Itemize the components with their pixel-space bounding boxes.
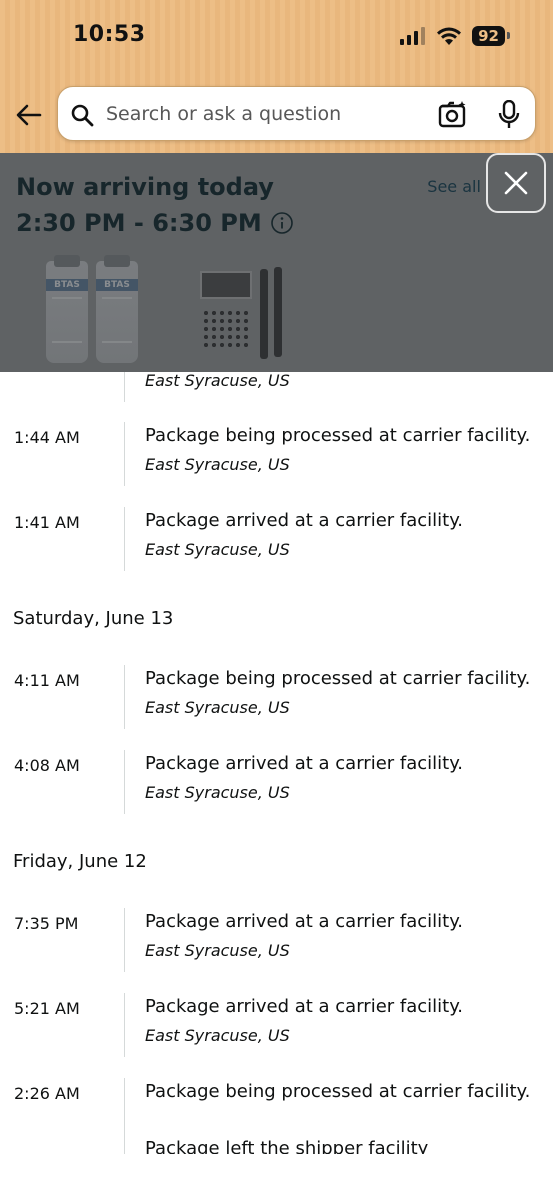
event-location: East Syracuse, US bbox=[145, 1026, 290, 1045]
kit-package bbox=[200, 271, 252, 299]
arrival-summary-panel: Now arriving today 2:30 PM - 6:30 PM See… bbox=[0, 153, 553, 372]
search-input[interactable] bbox=[106, 99, 426, 129]
kit-tool bbox=[274, 267, 282, 357]
event-time: 1:44 AM bbox=[14, 428, 80, 447]
event-description: Package left the shipper facility bbox=[145, 1138, 429, 1154]
event-description: Package arrived at a carrier facility. bbox=[145, 510, 464, 531]
event-location: East Syracuse, US bbox=[145, 455, 290, 474]
close-button[interactable] bbox=[486, 153, 546, 213]
event-description: Package being processed at carrier facil… bbox=[145, 1081, 531, 1102]
camera-search-icon[interactable] bbox=[438, 100, 468, 128]
event-time: 4:08 AM bbox=[14, 756, 80, 775]
event-description: Package being processed at carrier facil… bbox=[145, 668, 531, 689]
arrival-title: Now arriving today bbox=[16, 173, 274, 201]
event-time: 7:35 PM bbox=[14, 914, 79, 933]
app-header: 10:53 92 bbox=[0, 0, 553, 153]
timeline-date-header: Friday, June 12 bbox=[13, 851, 147, 872]
battery-indicator: 92 bbox=[472, 26, 510, 46]
kit-parts bbox=[202, 309, 250, 349]
close-icon bbox=[504, 171, 528, 195]
event-time: 2:26 AM bbox=[14, 1084, 80, 1103]
timeline-date-header: Saturday, June 13 bbox=[13, 608, 174, 629]
event-location: East Syracuse, US bbox=[145, 698, 290, 717]
event-time: 5:21 AM bbox=[14, 999, 80, 1018]
search-bar[interactable] bbox=[57, 86, 536, 141]
product-image-hardware-kit[interactable] bbox=[200, 261, 292, 366]
event-time: 1:41 AM bbox=[14, 513, 80, 532]
event-location: East Syracuse, US bbox=[145, 540, 290, 559]
arrival-time-range: 2:30 PM - 6:30 PM bbox=[16, 209, 262, 237]
product-image-tubes[interactable]: BTAS BTAS bbox=[46, 255, 142, 366]
event-description: Package arrived at a carrier facility. bbox=[145, 753, 464, 774]
event-description: Package being processed at carrier facil… bbox=[145, 425, 531, 446]
cellular-signal-icon bbox=[400, 27, 426, 45]
microphone-icon[interactable] bbox=[498, 100, 520, 130]
event-time: 4:11 AM bbox=[14, 671, 80, 690]
tracking-timeline: East Syracuse, US 1:44 AM Package being … bbox=[0, 372, 553, 1154]
event-location: East Syracuse, US bbox=[145, 372, 290, 390]
event-location: East Syracuse, US bbox=[145, 941, 290, 960]
status-bar-time: 10:53 bbox=[73, 22, 146, 47]
product-tube: BTAS bbox=[46, 255, 88, 363]
search-icon bbox=[71, 104, 94, 127]
event-description: Package arrived at a carrier facility. bbox=[145, 996, 464, 1017]
status-bar-icons: 92 bbox=[400, 26, 510, 46]
event-description: Package arrived at a carrier facility. bbox=[145, 911, 464, 932]
info-icon[interactable] bbox=[270, 211, 294, 235]
event-location: East Syracuse, US bbox=[145, 783, 290, 802]
arrival-window: 2:30 PM - 6:30 PM bbox=[16, 209, 294, 237]
wifi-icon bbox=[437, 27, 462, 45]
back-arrow-icon bbox=[16, 104, 42, 126]
back-button[interactable] bbox=[14, 100, 44, 130]
kit-tool bbox=[260, 269, 268, 359]
product-tube: BTAS bbox=[96, 255, 138, 363]
